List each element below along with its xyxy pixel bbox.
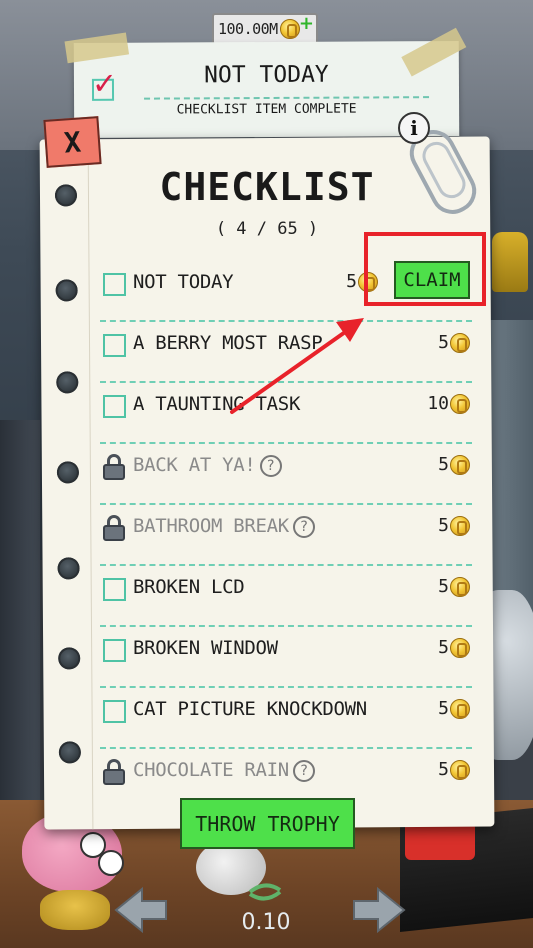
reward-amount: 5 (438, 454, 449, 475)
checklist-item-a-taunting-task[interactable]: A TAUNTING TASK 10 (100, 383, 472, 444)
divider (144, 96, 430, 100)
checkbox[interactable] (103, 639, 126, 662)
claim-highlight-box (364, 232, 486, 306)
reward-amount: 5 (346, 271, 357, 292)
recycle-icon (248, 883, 282, 901)
trophy-prop (492, 232, 528, 292)
item-label: BACK AT YA! (133, 454, 256, 476)
currency-amount: 100.00M (218, 20, 278, 38)
close-button[interactable]: X (43, 116, 102, 168)
coin-icon (450, 393, 470, 414)
coin-icon (450, 576, 470, 597)
plus-icon[interactable]: + (299, 13, 314, 34)
notification-subtitle: CHECKLIST ITEM COMPLETE (176, 101, 357, 118)
item-label-wrap: BATHROOM BREAK? (133, 515, 315, 538)
checkbox[interactable] (103, 578, 126, 601)
item-label-wrap: BACK AT YA!? (133, 454, 282, 477)
item-reward: 5 (438, 515, 470, 536)
info-button[interactable]: i (398, 112, 430, 144)
help-icon[interactable]: ? (259, 455, 282, 477)
checkbox[interactable] (103, 395, 126, 418)
reward-amount: 10 (427, 393, 449, 414)
file-cabinet (488, 320, 533, 620)
coin-icon (450, 515, 470, 536)
binder-hole (57, 557, 80, 580)
coin-icon (450, 332, 470, 353)
help-icon[interactable]: ? (292, 516, 315, 538)
item-reward: 5 (438, 576, 470, 597)
coin-icon (279, 19, 300, 39)
reward-amount: 5 (438, 698, 449, 719)
coin-icon (450, 454, 470, 475)
item-reward: 5 (438, 454, 470, 475)
checklist-item-cat-picture-knockdown[interactable]: CAT PICTURE KNOCKDOWN 5 (100, 688, 472, 749)
binder-hole (56, 371, 79, 394)
reward-amount: 5 (438, 332, 449, 353)
checklist-item-bathroom-break[interactable]: BATHROOM BREAK? 5 (100, 505, 472, 566)
item-label: A TAUNTING TASK (133, 393, 301, 415)
previous-arrow-icon[interactable] (112, 885, 170, 935)
binder-hole (58, 647, 81, 670)
coin-icon (450, 698, 470, 719)
reward-amount: 5 (438, 637, 449, 658)
checkbox[interactable] (103, 334, 126, 357)
reward-amount: 5 (438, 515, 449, 536)
office-pillar (0, 420, 40, 800)
item-label: A BERRY MOST RASP (133, 332, 323, 354)
coin-icon (450, 637, 470, 658)
item-label: CHOCOLATE RAIN (133, 759, 289, 781)
bottom-value: 0.10 (241, 910, 291, 935)
checklist-item-back-at-ya[interactable]: BACK AT YA!? 5 (100, 444, 472, 505)
checkbox[interactable] (103, 700, 126, 723)
next-arrow-icon[interactable] (350, 885, 408, 935)
notification-title: NOT TODAY (204, 61, 329, 89)
coin-icon (450, 759, 470, 780)
item-label: NOT TODAY (133, 271, 234, 293)
item-label: BATHROOM BREAK (133, 515, 289, 537)
binder-hole (56, 461, 79, 484)
checklist-item-a-berry-most-rasp[interactable]: A BERRY MOST RASP 5 (100, 322, 472, 383)
currency-display[interactable]: 100.00M + (212, 13, 318, 45)
item-reward: 5 (438, 759, 470, 780)
lock-icon (102, 759, 126, 785)
help-icon[interactable]: ? (292, 760, 315, 782)
reward-amount: 5 (438, 576, 449, 597)
item-reward: 5 (438, 698, 470, 719)
item-reward: 5 (438, 332, 470, 353)
margin-line (87, 139, 94, 830)
piggy-eye (98, 850, 124, 876)
item-reward: 10 (427, 393, 470, 414)
stapler-prop (405, 822, 475, 860)
item-label: BROKEN WINDOW (133, 637, 278, 659)
checkbox[interactable] (103, 273, 126, 296)
binder-hole (55, 279, 78, 302)
item-reward: 5 (438, 637, 470, 658)
binder-hole (58, 741, 81, 764)
item-label-wrap: CHOCOLATE RAIN? (133, 759, 315, 782)
checklist-title: CHECKLIST (159, 165, 375, 209)
checklist-item-broken-window[interactable]: BROKEN WINDOW 5 (100, 627, 472, 688)
throw-trophy-button[interactable]: THROW TROPHY (180, 798, 355, 849)
coin-stack-prop (40, 890, 110, 930)
lock-icon (102, 454, 126, 480)
item-label: BROKEN LCD (133, 576, 245, 598)
reward-amount: 5 (438, 759, 449, 780)
item-label: CAT PICTURE KNOCKDOWN (133, 698, 367, 720)
checklist-item-broken-lcd[interactable]: BROKEN LCD 5 (100, 566, 472, 627)
lock-icon (102, 515, 126, 541)
